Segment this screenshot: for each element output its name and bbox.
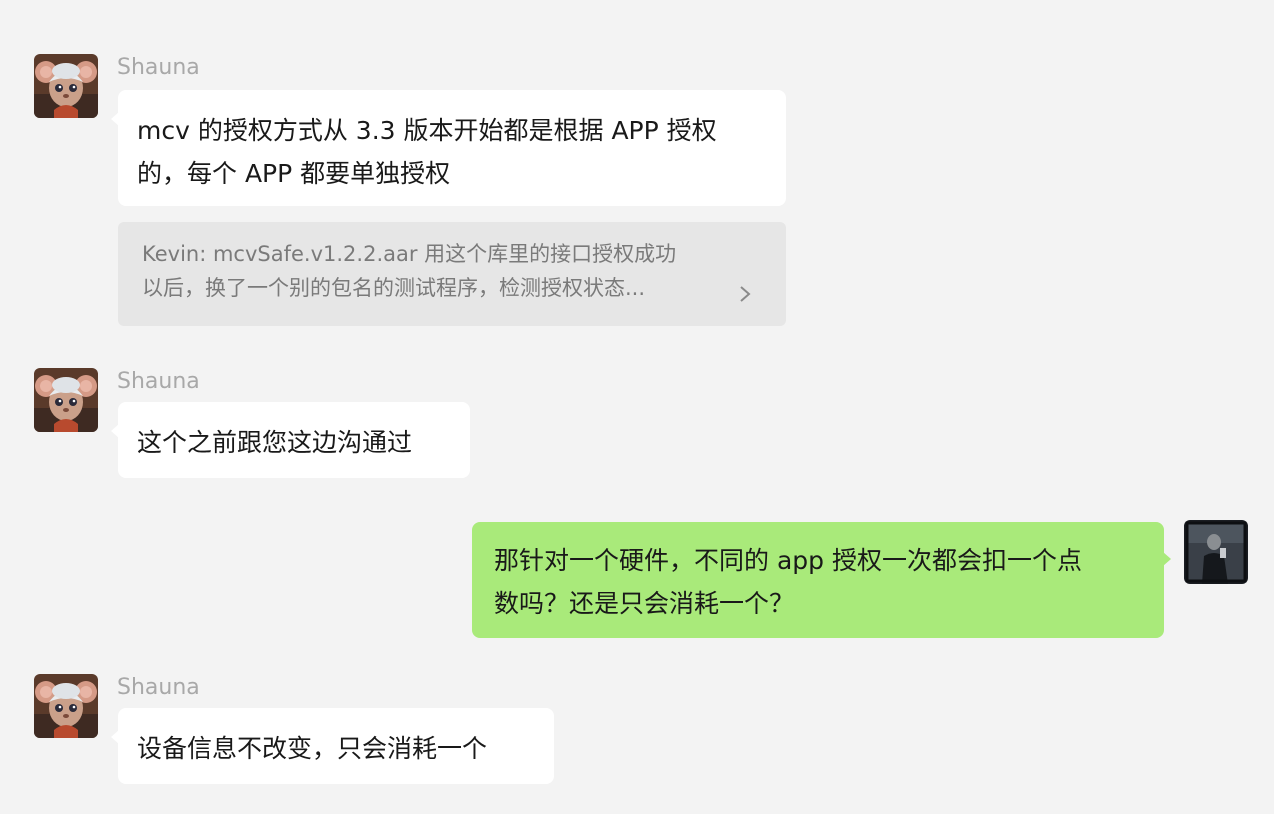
self-avatar[interactable] — [1184, 520, 1248, 584]
message-text-line: 那针对一个硬件，不同的 app 授权一次都会扣一个点 — [494, 546, 1082, 575]
message-text-line: 这个之前跟您这边沟通过 — [137, 428, 413, 457]
outgoing-message-bubble[interactable]: 那针对一个硬件，不同的 app 授权一次都会扣一个点 数吗？还是只会消耗一个？ — [472, 522, 1171, 638]
quote-text-line: 以后，换了一个别的包名的测试程序，检测授权状态... — [142, 276, 646, 300]
chevron-right-icon[interactable] — [736, 284, 754, 304]
message-bubble[interactable]: mcv 的授权方式从 3.3 版本开始都是根据 APP 授权 的，每个 APP … — [111, 90, 786, 206]
message-text-line: mcv 的授权方式从 3.3 版本开始都是根据 APP 授权 — [137, 116, 717, 145]
mouse-character-avatar-image — [34, 54, 98, 118]
avatar[interactable] — [34, 674, 98, 738]
message-text-line: 的，每个 APP 都要单独授权 — [137, 159, 451, 188]
mouse-character-avatar-image — [34, 368, 98, 432]
message-bubble[interactable]: 设备信息不改变，只会消耗一个 — [111, 708, 554, 784]
sender-name: Shauna — [117, 369, 200, 394]
person-photo-avatar-image — [1184, 520, 1248, 584]
quoted-message[interactable]: Kevin: mcvSafe.v1.2.2.aar 用这个库里的接口授权成功 以… — [118, 222, 786, 326]
mouse-character-avatar-image — [34, 674, 98, 738]
quote-text-line: Kevin: mcvSafe.v1.2.2.aar 用这个库里的接口授权成功 — [142, 242, 677, 266]
message-text-line: 数吗？还是只会消耗一个？ — [494, 589, 795, 618]
avatar[interactable] — [34, 54, 98, 118]
chat-window: { "messages": [ { "sender": "Shauna", "l… — [0, 0, 1274, 814]
message-bubble[interactable]: 这个之前跟您这边沟通过 — [111, 402, 470, 478]
message-text-line: 设备信息不改变，只会消耗一个 — [137, 734, 488, 763]
avatar[interactable] — [34, 368, 98, 432]
sender-name: Shauna — [117, 675, 200, 700]
sender-name: Shauna — [117, 55, 200, 80]
